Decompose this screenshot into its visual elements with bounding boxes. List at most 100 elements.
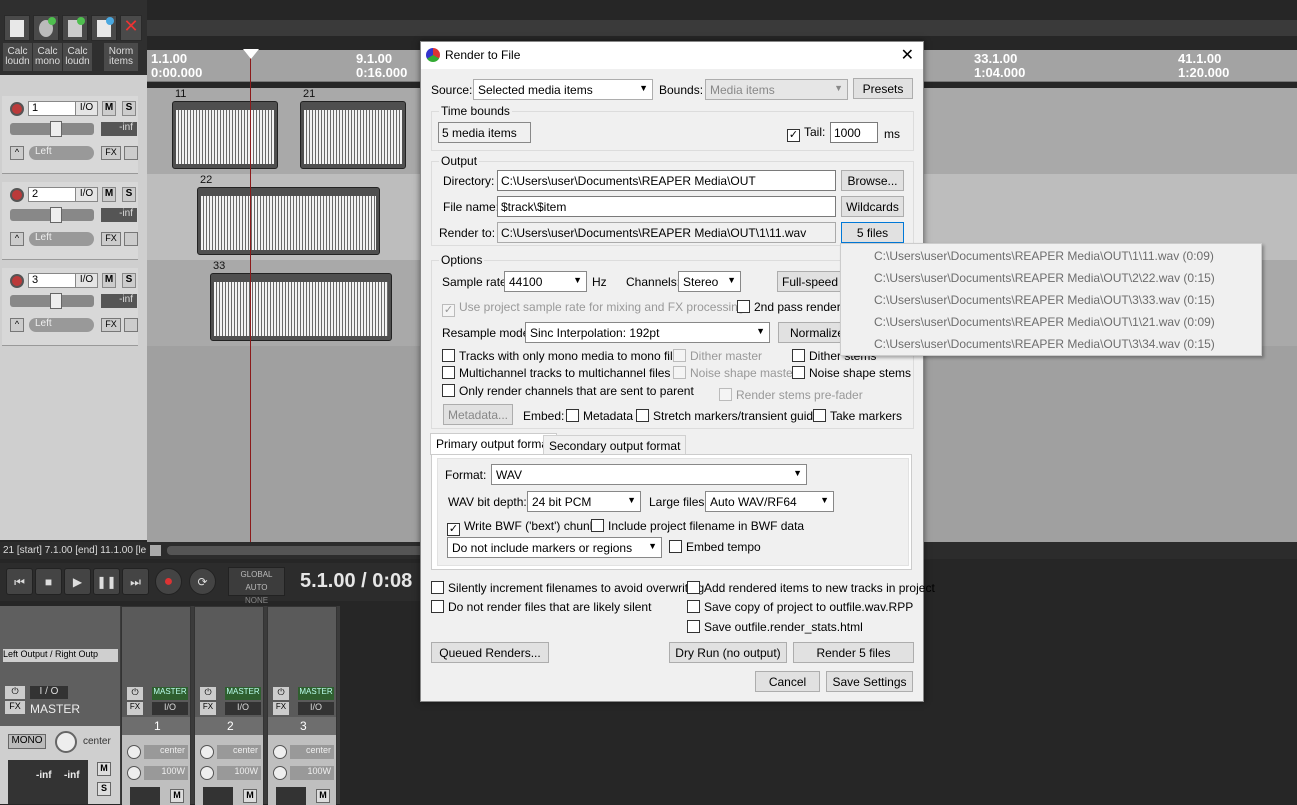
scroll-strip[interactable] <box>147 20 1297 36</box>
pan-knob[interactable] <box>200 745 214 759</box>
dry-run-button[interactable]: Dry Run (no output) <box>669 642 787 663</box>
master-power-icon[interactable]: ⏻ <box>5 686 25 699</box>
play-cursor[interactable] <box>250 50 251 542</box>
pan-knob[interactable] <box>127 745 141 759</box>
directory-input[interactable]: C:\Users\user\Documents\REAPER Media\OUT <box>497 170 836 191</box>
pause-button[interactable]: ❚❚ <box>93 568 120 595</box>
fx-button[interactable]: FX <box>101 318 121 332</box>
fader-knob[interactable] <box>50 207 62 223</box>
browse-button[interactable]: Browse... <box>841 170 904 191</box>
largefiles-select[interactable]: Auto WAV/RF64 ▼ <box>705 491 834 512</box>
channel-power-icon[interactable]: ⏻ <box>273 687 289 700</box>
noise-stems-checkbox[interactable]: Noise shape stems <box>792 366 911 380</box>
noise-master-checkbox[interactable]: Noise shape master <box>673 366 797 380</box>
channel-io-button[interactable]: I/O <box>225 702 261 715</box>
channel-mute-button[interactable]: M <box>243 789 257 803</box>
channel-fader[interactable] <box>130 787 160 805</box>
normalize-items-button[interactable]: Norm items <box>104 43 138 71</box>
calc-loudness-2-button[interactable]: Calc loudn <box>63 43 92 71</box>
pan-control[interactable]: Left <box>29 318 94 332</box>
format-select[interactable]: WAV ▼ <box>491 464 807 485</box>
media-item[interactable] <box>300 101 406 169</box>
save-settings-button[interactable]: Save Settings <box>826 671 913 692</box>
record-arm-icon[interactable] <box>10 102 24 116</box>
files-list-button[interactable]: 5 files <box>841 222 904 243</box>
use-project-rate-checkbox[interactable]: ✓ Use project sample rate for mixing and … <box>442 300 744 317</box>
channel-fx-button[interactable]: FX <box>127 702 143 715</box>
delete-button[interactable]: ✕ <box>120 15 142 41</box>
embed-metadata-checkbox[interactable]: Metadata <box>566 409 633 423</box>
channel-fader[interactable] <box>203 787 233 805</box>
dialog-titlebar[interactable]: Render to File ✕ <box>421 42 923 69</box>
phase-icon[interactable] <box>124 232 138 246</box>
calc-loudness-button[interactable]: Calc loudn <box>3 43 32 71</box>
media-item[interactable] <box>197 187 380 255</box>
resample-select[interactable]: Sinc Interpolation: 192pt ▼ <box>525 322 770 343</box>
global-automation-button[interactable]: GLOBAL AUTO NONE <box>228 567 285 605</box>
embed-tempo-checkbox[interactable]: Embed tempo <box>669 540 761 554</box>
silently-increment-checkbox[interactable]: Silently increment filenames to avoid ov… <box>431 581 704 595</box>
skip-silent-checkbox[interactable]: Do not render files that are likely sile… <box>431 600 651 614</box>
play-button[interactable]: ▶ <box>64 568 91 595</box>
embed-stretch-checkbox[interactable]: Stretch markers/transient guides <box>636 409 826 423</box>
popup-file-item[interactable]: C:\Users\user\Documents\REAPER Media\OUT… <box>874 293 1215 307</box>
master-pan-knob[interactable] <box>55 731 77 753</box>
pan-control[interactable]: Left <box>29 146 94 160</box>
volume-fader[interactable] <box>10 121 94 137</box>
solo-button[interactable]: S <box>122 187 136 202</box>
mute-button[interactable]: M <box>102 187 116 202</box>
tail-input[interactable]: 1000 <box>830 122 878 143</box>
mute-button[interactable]: M <box>102 273 116 288</box>
envelope-icon[interactable]: ^ <box>10 146 24 160</box>
fx-button[interactable]: FX <box>101 146 121 160</box>
phase-icon[interactable] <box>124 318 138 332</box>
pan-control[interactable]: Left <box>29 232 94 246</box>
edit-cursor-marker[interactable] <box>243 49 259 59</box>
fader-knob[interactable] <box>50 121 62 137</box>
solo-button[interactable]: S <box>122 273 136 288</box>
source-select[interactable]: Selected media items ▼ <box>473 79 653 100</box>
save-button[interactable] <box>62 15 88 41</box>
channel-fx-button[interactable]: FX <box>200 702 216 715</box>
normalize-button[interactable]: Normalize/ <box>778 322 843 343</box>
bitdepth-select[interactable]: 24 bit PCM ▼ <box>527 491 641 512</box>
calc-mono-button[interactable]: Calc mono <box>33 43 62 71</box>
width-knob[interactable] <box>200 766 214 780</box>
render-button[interactable] <box>33 15 59 41</box>
go-to-start-button[interactable]: ⏮ <box>6 568 33 595</box>
queued-renders-button[interactable]: Queued Renders... <box>431 642 549 663</box>
new-project-button[interactable] <box>4 15 30 41</box>
envelope-icon[interactable]: ^ <box>10 232 24 246</box>
channel-power-icon[interactable]: ⏻ <box>200 687 216 700</box>
scroll-thumb[interactable] <box>167 546 427 555</box>
width-knob[interactable] <box>127 766 141 780</box>
dither-master-checkbox[interactable]: Dither master <box>673 349 762 363</box>
media-item[interactable] <box>172 101 278 169</box>
presets-button[interactable]: Presets <box>853 78 913 99</box>
save-copy-checkbox[interactable]: Save copy of project to outfile.wav.RPP <box>687 600 913 614</box>
channel-master-badge[interactable]: MASTER <box>298 687 334 700</box>
go-to-end-button[interactable]: ⏭ <box>122 568 149 595</box>
multichannel-checkbox[interactable]: Multichannel tracks to multichannel file… <box>442 366 670 380</box>
channel-fader[interactable] <box>276 787 306 805</box>
repeat-button[interactable]: ⟳ <box>189 568 216 595</box>
tab-secondary-format[interactable]: Secondary output format <box>543 435 687 455</box>
master-mute-button[interactable]: M <box>97 762 111 776</box>
filename-input[interactable]: $track\$item <box>497 196 836 217</box>
tail-checkbox[interactable]: ✓ Tail: <box>787 125 825 142</box>
close-icon[interactable]: ✕ <box>901 45 914 65</box>
second-pass-checkbox[interactable]: 2nd pass render <box>737 300 841 314</box>
cancel-button[interactable]: Cancel <box>755 671 820 692</box>
phase-icon[interactable] <box>124 146 138 160</box>
popup-file-item[interactable]: C:\Users\user\Documents\REAPER Media\OUT… <box>874 249 1214 263</box>
pan-knob[interactable] <box>273 745 287 759</box>
save-stats-checkbox[interactable]: Save outfile.render_stats.html <box>687 620 863 634</box>
channel-master-badge[interactable]: MASTER <box>225 687 261 700</box>
solo-button[interactable]: S <box>122 101 136 116</box>
embed-take-checkbox[interactable]: Take markers <box>813 409 902 423</box>
fullspeed-select[interactable]: Full-speed O <box>777 271 843 292</box>
popup-file-item[interactable]: C:\Users\user\Documents\REAPER Media\OUT… <box>874 337 1215 351</box>
stems-prefader-checkbox[interactable]: Render stems pre-fader <box>719 388 863 402</box>
write-bwf-checkbox[interactable]: ✓ Write BWF ('bext') chunk <box>447 519 596 536</box>
mute-button[interactable]: M <box>102 101 116 116</box>
